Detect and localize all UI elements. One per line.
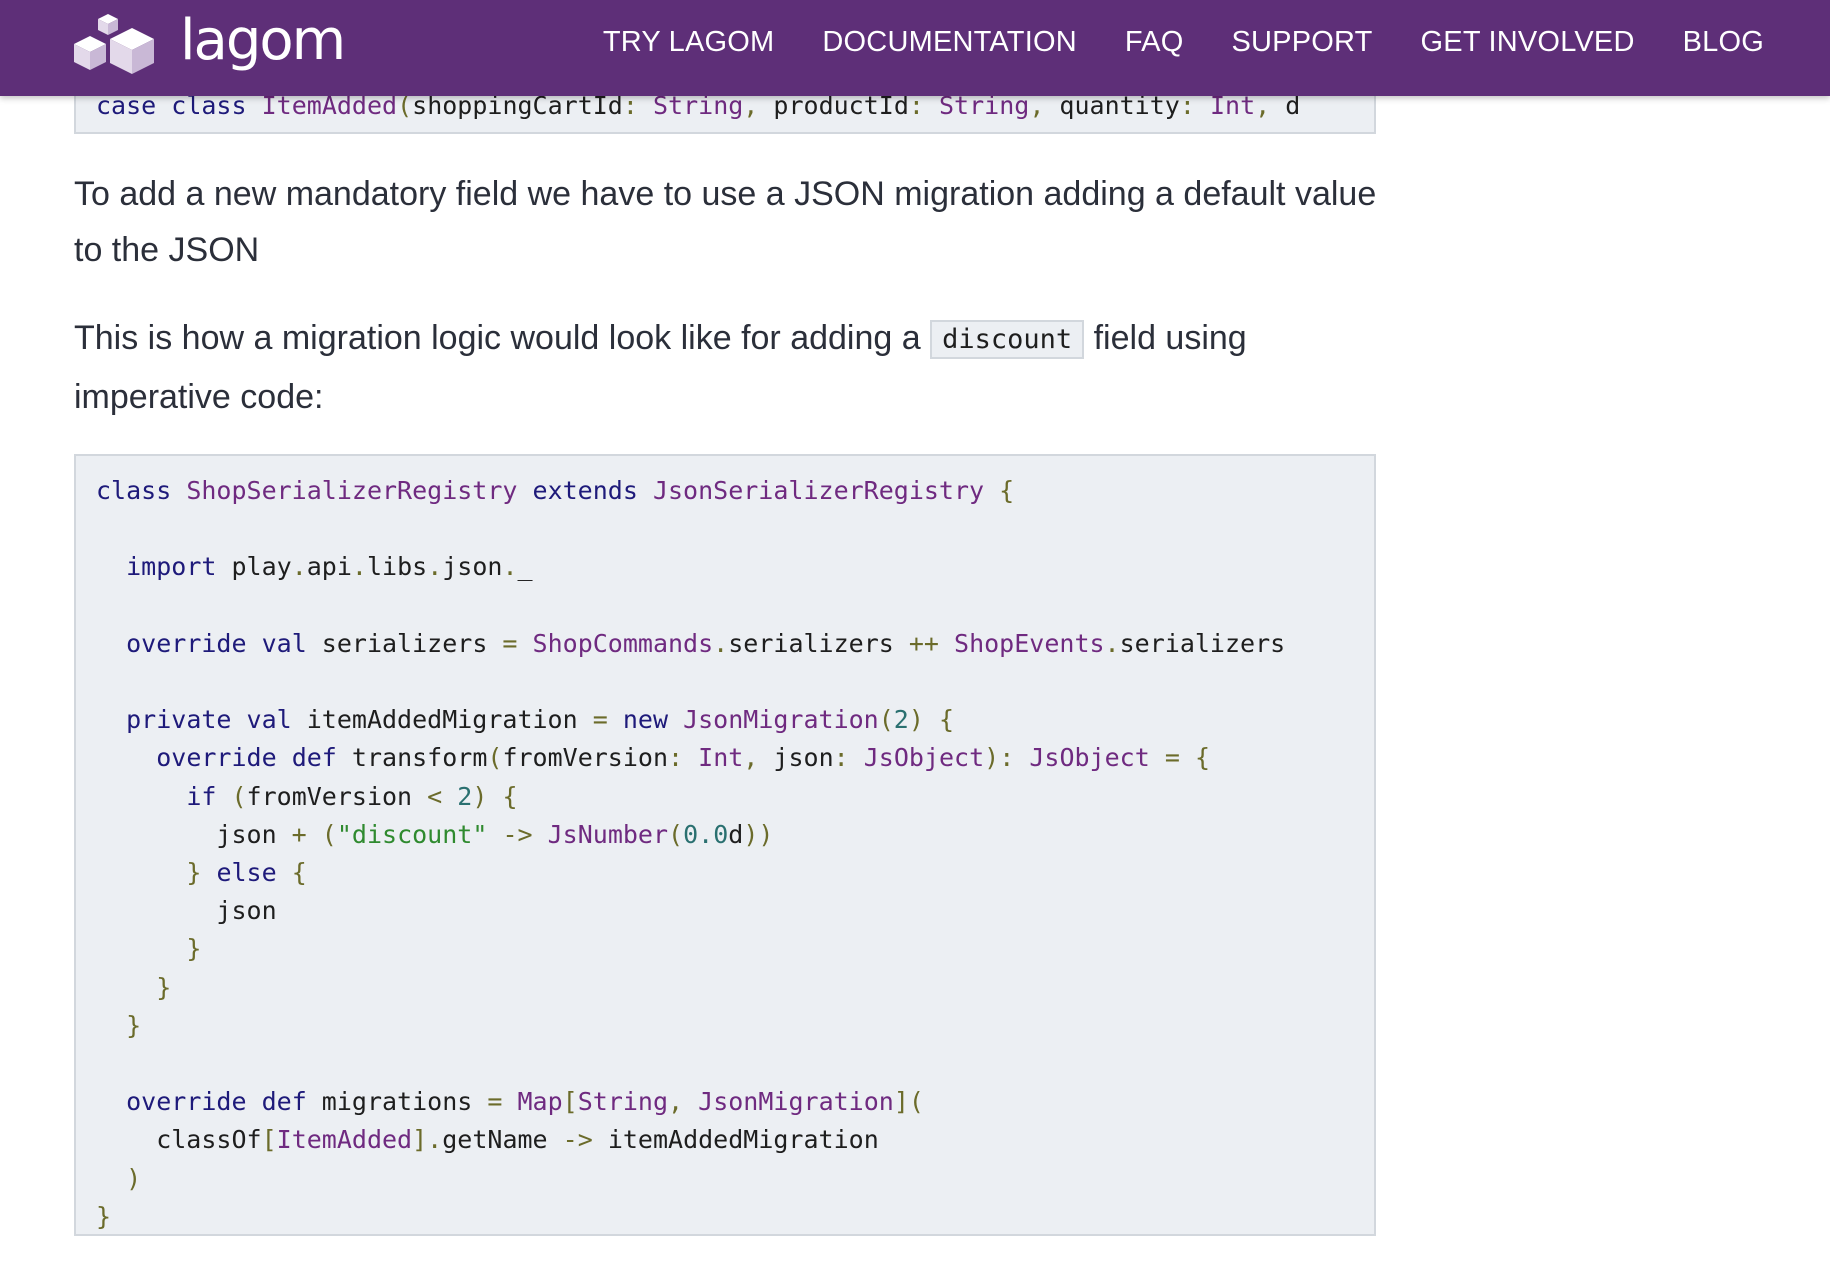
- code-content: class ShopSerializerRegistry extends Jso…: [96, 476, 1286, 1231]
- nav-try-lagom[interactable]: TRY LAGOM: [603, 26, 775, 59]
- nav-get-involved[interactable]: GET INVOLVED: [1421, 26, 1635, 59]
- paragraph-migration-logic: This is how a migration logic would look…: [74, 310, 1394, 425]
- nav-support[interactable]: SUPPORT: [1231, 26, 1372, 59]
- top-navbar: lagom TRY LAGOM DOCUMENTATION FAQ SUPPOR…: [0, 0, 1830, 96]
- nav-blog[interactable]: BLOG: [1683, 26, 1764, 59]
- main-menu: TRY LAGOM DOCUMENTATION FAQ SUPPORT GET …: [555, 0, 1764, 84]
- cubes-logo-icon: [74, 14, 154, 74]
- paragraph-json-migration: To add a new mandatory field we have to …: [74, 175, 1377, 269]
- paragraph-text: This is how a migration logic would look…: [74, 319, 921, 357]
- nav-faq[interactable]: FAQ: [1125, 26, 1184, 59]
- code-block-serializer-registry: class ShopSerializerRegistry extends Jso…: [74, 454, 1376, 1236]
- nav-documentation[interactable]: DOCUMENTATION: [822, 26, 1076, 59]
- lagom-logo[interactable]: lagom: [72, 8, 346, 80]
- logo-text: lagom: [180, 8, 346, 73]
- inline-code-discount: discount: [930, 320, 1085, 359]
